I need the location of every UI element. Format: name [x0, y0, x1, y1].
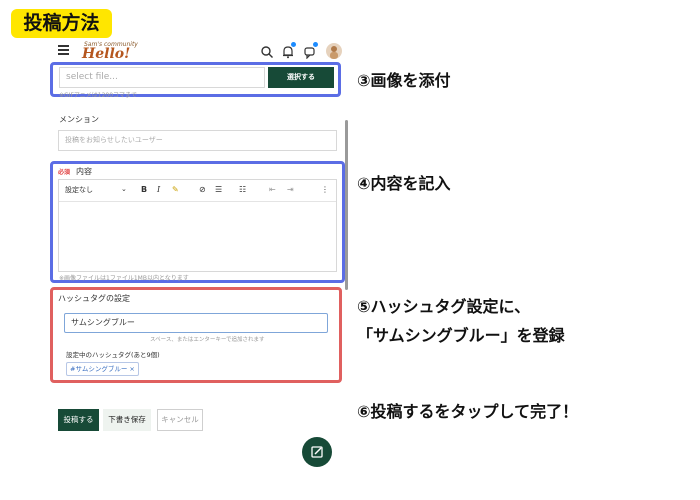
step-6-text: ⑥投稿するをタップして完了！	[357, 402, 579, 421]
avatar[interactable]	[326, 43, 342, 59]
more-icon[interactable]: ⋮	[321, 185, 329, 194]
mention-label: メンション	[59, 115, 99, 124]
bold-icon[interactable]: B	[141, 185, 147, 194]
outdent-icon[interactable]: ⇤	[269, 185, 276, 194]
cancel-button[interactable]: キャンセル	[157, 409, 203, 431]
step-5-line2: 「サムシングブルー」を登録	[357, 326, 565, 345]
editor-toolbar: 設定なし ⌄ B I ✎ ⊘ ☰ ☷ ⇤ ⇥ ⋮	[59, 180, 336, 202]
search-icon[interactable]	[260, 44, 274, 58]
step-3-text: ③画像を添付	[357, 71, 451, 90]
current-hashtags-label: 設定中のハッシュタグ(あと9個)	[66, 351, 160, 359]
post-button[interactable]: 投稿する	[58, 409, 99, 431]
required-badge: 必須	[58, 169, 71, 176]
step-5-line1: ⑤ハッシュタグ設定に、	[357, 297, 531, 316]
italic-icon[interactable]: I	[157, 185, 160, 194]
bell-icon[interactable]	[281, 42, 296, 59]
link-icon[interactable]: ⊘	[199, 185, 206, 194]
indent-icon[interactable]: ⇥	[287, 185, 294, 194]
edit-icon	[311, 446, 323, 458]
gif-hint: ※GIFアニメは1200コマまで	[59, 92, 138, 99]
message-dot	[313, 42, 318, 47]
image-size-hint: ※画像ファイルは1ファイル1MB以内となります	[59, 275, 189, 282]
select-file-button[interactable]: 選択する	[268, 67, 334, 88]
hashtag-hint: スペース、またはエンターキーで追加されます	[150, 337, 265, 343]
notification-dot	[291, 42, 296, 47]
mention-input[interactable]: 投稿をお知らせしたいユーザー	[58, 130, 337, 151]
menu-icon[interactable]	[58, 45, 69, 55]
numbered-list-icon[interactable]: ☷	[239, 185, 246, 194]
compose-button[interactable]	[302, 437, 332, 467]
save-draft-button[interactable]: 下書き保存	[103, 409, 151, 431]
file-input[interactable]: select file...	[59, 67, 265, 88]
bullet-list-icon[interactable]: ☰	[215, 185, 222, 194]
content-label: 内容	[76, 167, 92, 176]
step-4-text: ④内容を記入	[357, 174, 451, 193]
chevron-down-icon[interactable]: ⌄	[121, 185, 127, 193]
hashtag-chip[interactable]: #サムシングブルー ×	[66, 362, 139, 376]
scrollbar[interactable]	[345, 120, 348, 290]
app-header: Sam's community Hello!	[52, 40, 352, 64]
hashtag-input[interactable]: サムシングブルー	[64, 313, 328, 333]
title-badge: 投稿方法	[11, 9, 112, 38]
content-editor[interactable]: 設定なし ⌄ B I ✎ ⊘ ☰ ☷ ⇤ ⇥ ⋮	[58, 179, 337, 272]
hashtag-label: ハッシュタグの設定	[58, 294, 130, 303]
highlight-icon[interactable]: ✎	[172, 185, 179, 194]
format-select[interactable]: 設定なし	[65, 185, 93, 195]
chat-icon[interactable]	[303, 42, 318, 60]
logo-text: Hello!	[82, 46, 131, 62]
app-logo[interactable]: Sam's community Hello!	[80, 41, 175, 63]
